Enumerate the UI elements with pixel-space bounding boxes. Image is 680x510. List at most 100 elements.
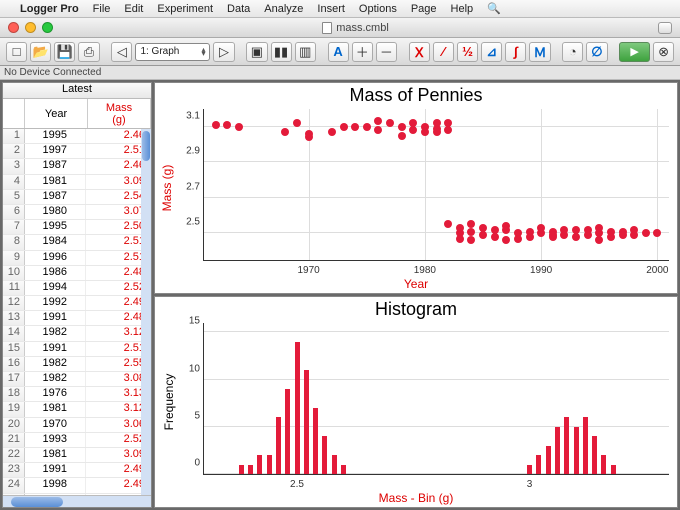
data-point[interactable] <box>328 128 336 136</box>
table-row[interactable]: 8 1984 2.51 <box>3 235 151 250</box>
data-point[interactable] <box>502 226 510 234</box>
data-point[interactable] <box>340 123 348 131</box>
stop-icon[interactable]: ⊗ <box>653 42 674 62</box>
data-point[interactable] <box>456 235 464 243</box>
data-point[interactable] <box>456 224 464 232</box>
app-menu[interactable]: Logger Pro <box>20 3 79 15</box>
histogram-bar[interactable] <box>574 427 579 474</box>
table-row[interactable]: 20 1970 3.06 <box>3 418 151 433</box>
table-row[interactable]: 2 1997 2.51 <box>3 144 151 159</box>
cell-year[interactable]: 1991 <box>25 311 86 325</box>
data-point[interactable] <box>305 130 313 138</box>
histogram-bar[interactable] <box>527 465 532 474</box>
histogram-bar[interactable] <box>536 455 541 474</box>
data-point[interactable] <box>607 233 615 241</box>
data-point[interactable] <box>235 123 243 131</box>
table-row[interactable]: 17 1982 3.08 <box>3 372 151 387</box>
histogram-bar[interactable] <box>601 455 606 474</box>
histogram-panel[interactable]: Histogram Frequency 0510152.53 Mass - Bi… <box>154 296 678 508</box>
data-point[interactable] <box>537 224 545 232</box>
table-row[interactable]: 5 1987 2.54 <box>3 190 151 205</box>
histogram-y-label[interactable]: Frequency <box>162 374 176 431</box>
histogram-bar[interactable] <box>239 465 244 474</box>
hscrollbar-thumb[interactable] <box>11 497 63 507</box>
close-window-button[interactable] <box>8 22 19 33</box>
scrollbar-thumb[interactable] <box>142 131 150 161</box>
scatter-chart-panel[interactable]: Mass of Pennies Mass (g) 2.52.72.93.1197… <box>154 82 678 294</box>
data-point[interactable] <box>572 233 580 241</box>
histogram-x-label[interactable]: Mass - Bin (g) <box>379 491 454 505</box>
data-point[interactable] <box>374 117 382 125</box>
cell-year[interactable]: 1982 <box>25 326 86 340</box>
dataset-header[interactable]: Latest <box>3 83 151 99</box>
table-row[interactable]: 4 1981 3.09 <box>3 175 151 190</box>
data-point[interactable] <box>514 235 522 243</box>
cell-year[interactable]: 1981 <box>25 402 86 416</box>
histogram-bar[interactable] <box>564 417 569 474</box>
data-point[interactable] <box>549 231 557 239</box>
menu-page[interactable]: Page <box>411 3 437 15</box>
menu-help[interactable]: Help <box>451 3 474 15</box>
data-point[interactable] <box>479 231 487 239</box>
histogram-bar[interactable] <box>592 436 597 474</box>
cell-year[interactable]: 1987 <box>25 190 86 204</box>
open-icon[interactable]: 📂 <box>30 42 51 62</box>
data-point[interactable] <box>409 126 417 134</box>
tangent-icon[interactable]: ∕ <box>433 42 454 62</box>
data-point[interactable] <box>467 220 475 228</box>
data-point[interactable] <box>502 236 510 244</box>
column-header-mass[interactable]: Mass(g) <box>88 99 151 128</box>
cell-year[interactable]: 1984 <box>25 235 86 249</box>
autoscale-icon[interactable]: A <box>328 42 349 62</box>
stats-icon[interactable]: ∫ <box>505 42 526 62</box>
table-row[interactable]: 15 1991 2.51 <box>3 342 151 357</box>
histogram-bar[interactable] <box>583 417 588 474</box>
integral-icon[interactable]: ⊿ <box>481 42 502 62</box>
data-point[interactable] <box>351 123 359 131</box>
histogram-bar[interactable] <box>313 408 318 474</box>
menubar[interactable]: Logger Pro File Edit Experiment Data Ana… <box>0 0 680 18</box>
data-point[interactable] <box>467 228 475 236</box>
cell-year[interactable]: 1996 <box>25 251 86 265</box>
column-header-year[interactable]: Year <box>25 99 88 128</box>
data-point[interactable] <box>619 231 627 239</box>
menu-data[interactable]: Data <box>227 3 250 15</box>
table-row[interactable]: 12 1992 2.49 <box>3 296 151 311</box>
curve-fit-icon[interactable]: ◔ <box>562 42 583 62</box>
zoom-out-icon[interactable]: － <box>376 42 397 62</box>
half-icon[interactable]: ½ <box>457 42 478 62</box>
histogram-bar[interactable] <box>248 465 253 474</box>
data-point[interactable] <box>479 224 487 232</box>
histogram-bar[interactable] <box>611 465 616 474</box>
data-point[interactable] <box>374 126 382 134</box>
cell-year[interactable]: 1998 <box>25 478 86 492</box>
data-point[interactable] <box>386 119 394 127</box>
table-row[interactable]: 11 1994 2.52 <box>3 281 151 296</box>
save-icon[interactable]: 💾 <box>54 42 75 62</box>
histogram-bar[interactable] <box>285 389 290 474</box>
cell-year[interactable]: 1995 <box>25 129 86 143</box>
table-row[interactable]: 9 1996 2.51 <box>3 251 151 266</box>
cell-year[interactable]: 1991 <box>25 463 86 477</box>
data-point[interactable] <box>467 236 475 244</box>
table-row[interactable]: 14 1982 3.12 <box>3 326 151 341</box>
data-table[interactable]: Latest Year Mass(g) 1 1995 2.46 2 1997 2… <box>2 82 152 508</box>
collect-button[interactable]: ▶ <box>619 42 650 62</box>
vertical-scrollbar[interactable] <box>141 129 151 495</box>
table-row[interactable]: 22 1981 3.09 <box>3 448 151 463</box>
store-latest-icon[interactable]: ▮▮ <box>271 42 292 62</box>
data-point[interactable] <box>642 229 650 237</box>
examine-icon[interactable]: Ｘ <box>409 42 430 62</box>
zero-icon[interactable]: ∅ <box>586 42 607 62</box>
table-row[interactable]: 6 1980 3.07 <box>3 205 151 220</box>
data-browser-icon[interactable]: ▥ <box>295 42 316 62</box>
data-point[interactable] <box>212 121 220 129</box>
histogram-bar[interactable] <box>295 342 300 474</box>
data-point[interactable] <box>444 119 452 127</box>
print-icon[interactable]: ⎙ <box>78 42 99 62</box>
data-point[interactable] <box>293 119 301 127</box>
data-point[interactable] <box>433 128 441 136</box>
menu-edit[interactable]: Edit <box>124 3 143 15</box>
histogram-bar[interactable] <box>276 417 281 474</box>
data-point[interactable] <box>281 128 289 136</box>
